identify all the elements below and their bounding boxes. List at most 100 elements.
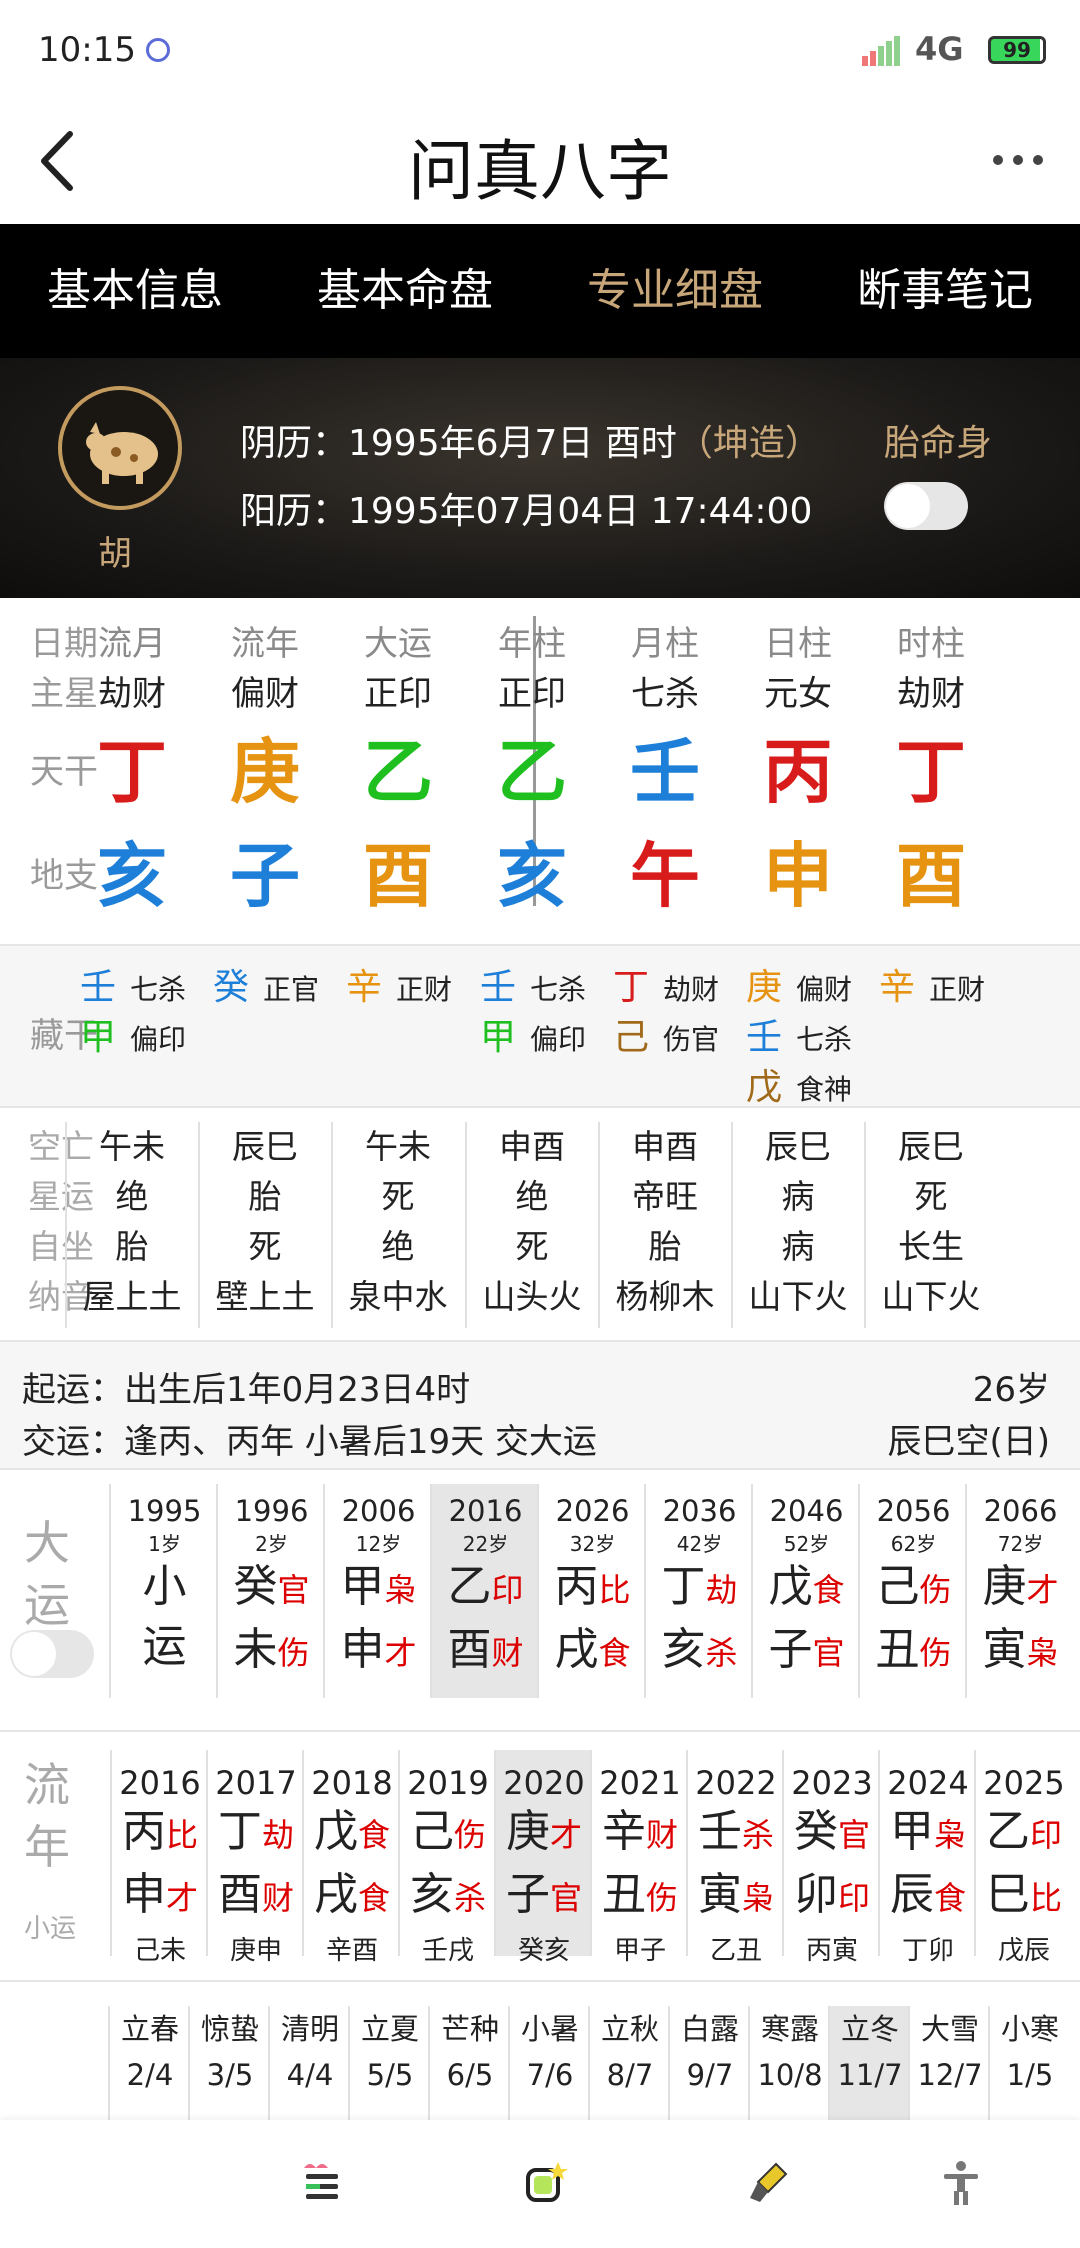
liunian-branch: 酉财 <box>208 1865 304 1928</box>
dayun-year: 2006 <box>341 1494 416 1528</box>
branch-shishen: 枭 <box>1026 1634 1059 1672</box>
solar-term[interactable]: 寒露 10/8 <box>750 2006 830 2122</box>
solar-term[interactable]: 立冬 11/7 <box>830 2006 910 2122</box>
dayun-column[interactable]: 1995 1岁小运 <box>111 1484 218 1698</box>
pillar-stem[interactable]: 乙 <box>331 716 465 817</box>
pillar-stem[interactable]: 壬 <box>598 716 732 817</box>
dayun-column[interactable]: 2036 42岁 丁劫 亥杀 <box>646 1484 753 1698</box>
detail-value: 杨柳木 <box>615 1277 715 1316</box>
branch-shishen: 才 <box>165 1879 198 1917</box>
liunian-column[interactable]: 2020 庚才 子官 癸亥 <box>496 1750 592 1966</box>
tab-pro-chart[interactable]: 专业细盘 <box>540 224 810 358</box>
solar-term[interactable]: 芒种 6/5 <box>430 2006 510 2122</box>
dayun-column[interactable]: 2026 32岁 丙比 戌食 <box>539 1484 646 1698</box>
liunian-column[interactable]: 2025 乙印 巳比 戊辰 <box>976 1750 1072 1966</box>
stem-char: 己 <box>409 1806 454 1857</box>
solar-term[interactable]: 清明 4/4 <box>270 2006 350 2122</box>
dayun-column[interactable]: 2046 52岁 戊食 子官 <box>753 1484 860 1698</box>
liunian-stem: 辛财 <box>592 1802 688 1865</box>
tab-basic-info[interactable]: 基本信息 <box>0 224 270 358</box>
stem-shishen: 食 <box>812 1571 845 1609</box>
pillar-branch[interactable]: 酉 <box>864 820 998 921</box>
detail-value: 死 <box>515 1227 549 1266</box>
solar-term[interactable]: 小暑 7/6 <box>510 2006 590 2122</box>
hidden-stem-char: 壬 <box>480 967 517 1008</box>
solar-term[interactable]: 立秋 8/7 <box>590 2006 670 2122</box>
tab-notes[interactable]: 断事笔记 <box>810 224 1080 358</box>
tab-basic-chart[interactable]: 基本命盘 <box>270 224 540 358</box>
dayun-column[interactable]: 1996 2岁 癸官 未伤 <box>218 1484 325 1698</box>
liunian-column[interactable]: 2023 癸官 卯印 丙寅 <box>784 1750 880 1966</box>
solar-term[interactable]: 立夏 5/5 <box>350 2006 430 2122</box>
solar-term-date: 6/5 <box>446 2058 494 2092</box>
hidden-stem: 癸正官 <box>213 958 319 1010</box>
pillar-branch[interactable]: 亥 <box>65 820 199 921</box>
taiming-toggle[interactable] <box>884 482 968 530</box>
liunian-column[interactable]: 2021 辛财 丑伤 甲子 <box>592 1750 688 1966</box>
pillar-stem[interactable]: 丁 <box>864 716 998 817</box>
hidden-stem: 甲偏印 <box>80 1008 186 1060</box>
pillar-branch[interactable]: 申 <box>731 820 865 921</box>
solar-term[interactable]: 白露 9/7 <box>670 2006 750 2122</box>
pillar-branch[interactable]: 午 <box>598 820 732 921</box>
liunian-label-1: 流 <box>24 1758 70 1812</box>
detail-column: 午未死绝泉中水 <box>331 1122 465 1328</box>
stem-char: 庚 <box>982 1561 1027 1612</box>
detail-value: 壁上土 <box>215 1277 315 1316</box>
solar-term[interactable]: 立春 2/4 <box>110 2006 190 2122</box>
detail-value: 绝 <box>381 1227 415 1266</box>
pillar-star: 正印 <box>364 674 432 714</box>
dayun-branch: 酉财 <box>432 1620 539 1683</box>
pillar-stem[interactable]: 乙 <box>465 716 599 817</box>
liunian-column[interactable]: 2018 戊食 戌食 辛酉 <box>304 1750 400 1966</box>
dayun-age: 1岁 <box>148 1532 181 1556</box>
stem-char: 乙 <box>447 1561 492 1612</box>
list-icon[interactable] <box>296 2158 346 2208</box>
pillar-branch[interactable]: 子 <box>198 820 332 921</box>
hidden-stem-char: 戊 <box>746 1067 783 1108</box>
liunian-branch: 丑伤 <box>592 1865 688 1928</box>
dayun-column[interactable]: 2006 12岁 甲枭 申才 <box>325 1484 432 1698</box>
liunian-row: 流 年 小运 2016 丙比 申才 己未 2017 丁劫 酉财 庚申 2018 戊食 戌食 辛酉 201… <box>0 1730 1080 1980</box>
toggle-knob <box>12 1632 56 1676</box>
hidden-stem: 壬七杀 <box>480 958 586 1010</box>
xiaoyun-value: 丁卯 <box>901 1936 954 1966</box>
dayun-year: 1995 <box>127 1494 202 1528</box>
pillar-branch[interactable]: 亥 <box>465 820 599 921</box>
liunian-column[interactable]: 2016 丙比 申才 己未 <box>112 1750 208 1966</box>
hidden-stem: 辛正财 <box>879 958 985 1010</box>
sticker-icon[interactable] <box>520 2158 570 2208</box>
liunian-column[interactable]: 2024 甲枭 辰食 丁卯 <box>880 1750 976 1966</box>
solar-term-name: 寒露 <box>760 2012 819 2046</box>
pillar-stem[interactable]: 庚 <box>198 716 332 817</box>
void-info: 辰巳空(日) <box>887 1422 1050 1462</box>
hidden-stem-shishen: 偏印 <box>130 1023 187 1056</box>
pillar-stem[interactable]: 丙 <box>731 716 865 817</box>
brush-icon[interactable] <box>746 2158 796 2208</box>
dayun-column[interactable]: 2056 62岁 己伤 丑伤 <box>860 1484 967 1698</box>
detail-value: 辰巳 <box>765 1127 831 1166</box>
liunian-column[interactable]: 2017 丁劫 酉财 庚申 <box>208 1750 304 1966</box>
liunian-branch: 亥杀 <box>400 1865 496 1928</box>
dayun-stem: 戊食 <box>753 1557 860 1620</box>
dayun-column[interactable]: 2016 22岁 乙印 酉财 <box>432 1484 539 1698</box>
pillar-stem[interactable]: 丁 <box>65 716 199 817</box>
hidden-stem-char: 庚 <box>746 967 783 1008</box>
liunian-column[interactable]: 2022 壬杀 寅枭 乙丑 <box>688 1750 784 1966</box>
dayun-column[interactable]: 2066 72岁 庚才 寅枭 <box>967 1484 1074 1698</box>
title-bar: 问真八字 <box>0 100 1080 224</box>
solar-term[interactable]: 小寒 1/5 <box>990 2006 1070 2122</box>
solar-term[interactable]: 大雪 12/7 <box>910 2006 990 2122</box>
pillar-star: 劫财 <box>897 674 965 714</box>
solar-term[interactable]: 惊蛰 3/5 <box>190 2006 270 2122</box>
liunian-year: 2021 <box>599 1764 681 1802</box>
toggle-knob <box>886 484 930 528</box>
liunian-column[interactable]: 2019 己伤 亥杀 壬戌 <box>400 1750 496 1966</box>
more-icon[interactable] <box>988 150 1048 170</box>
solar-terms-row: 立春 2/4 惊蛰 3/5 清明 4/4 立夏 5/5 芒种 6/5 小暑 7/6 立秋 8/7 白露 9/7… <box>0 1980 1080 2122</box>
dayun-toggle[interactable] <box>10 1630 94 1678</box>
accessibility-icon[interactable] <box>936 2158 986 2208</box>
dayun-label: 大 运 <box>24 1512 70 1636</box>
pillar-branch[interactable]: 酉 <box>331 820 465 921</box>
branch-char: 亥 <box>661 1624 706 1675</box>
